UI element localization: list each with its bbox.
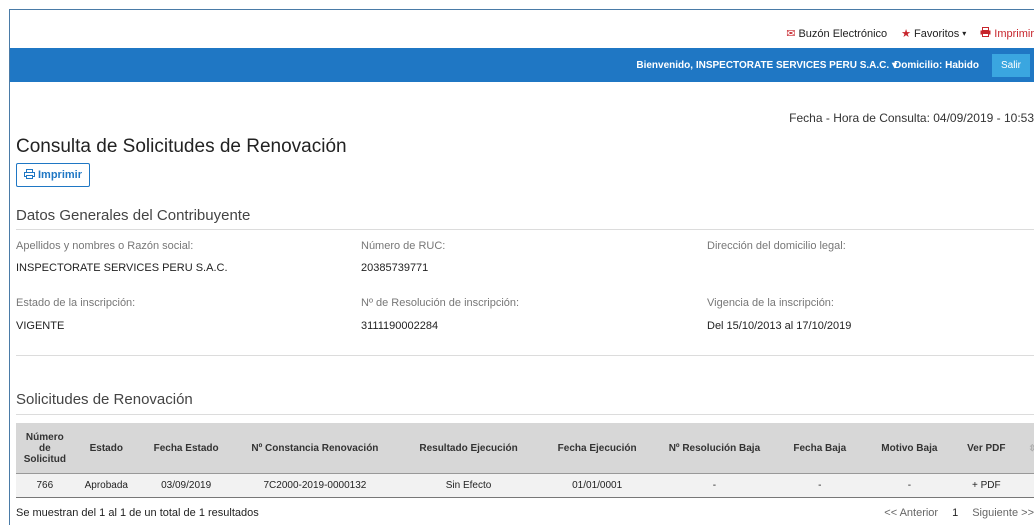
col-numero-solicitud[interactable]: Número de Solicitud	[16, 423, 74, 474]
cell-fecha-baja: -	[775, 473, 865, 498]
cell-resultado: Sin Efecto	[396, 473, 541, 498]
printer-icon	[980, 27, 991, 40]
razon-social-label: Apellidos y nombres o Razón social:	[16, 240, 194, 252]
col-constancia[interactable]: Nº Constancia Renovación	[233, 423, 397, 474]
solicitudes-table: Número de Solicitud Estado Fecha Estado …	[16, 423, 1034, 498]
imprimir-link[interactable]: Imprimir	[980, 27, 1034, 40]
ruc-label: Número de RUC:	[361, 240, 446, 252]
col-estado[interactable]: Estado	[73, 423, 139, 474]
caret-down-icon: ▾	[962, 29, 967, 38]
col-fecha-ejecucion[interactable]: Fecha Ejecución	[540, 423, 654, 474]
divider	[16, 229, 1034, 230]
divider	[16, 414, 1034, 415]
prev-page-link[interactable]: << Anterior	[884, 507, 938, 519]
logout-button[interactable]: Salir	[992, 54, 1030, 77]
col-resolucion-baja[interactable]: Nº Resolución Baja	[653, 423, 776, 474]
pagination: << Anterior 1 Siguiente >>	[884, 507, 1034, 519]
favoritos-link[interactable]: ★ Favoritos ▾	[901, 27, 967, 41]
next-page-link[interactable]: Siguiente >>	[972, 507, 1034, 519]
col-fecha-baja[interactable]: Fecha Baja	[775, 423, 865, 474]
domicilio-status: Domicilio: Habido	[894, 60, 979, 71]
page-title: Consulta de Solicitudes de Renovación	[16, 136, 347, 157]
sort-icon[interactable]: ⇳	[1018, 423, 1034, 474]
col-resultado[interactable]: Resultado Ejecución	[396, 423, 541, 474]
print-button[interactable]: Imprimir	[16, 163, 90, 187]
estado-inscripcion-value: VIGENTE	[16, 320, 65, 332]
resolucion-value: 3111190002284	[361, 320, 439, 332]
user-menu[interactable]: Bienvenido, INSPECTORATE SERVICES PERU S…	[636, 60, 897, 71]
cell-resolucion-baja: -	[653, 473, 776, 498]
table-row: 766 Aprobada 03/09/2019 7C2000-2019-0000…	[16, 473, 1034, 498]
buzon-link[interactable]: ✉ Buzón Electrónico	[786, 27, 887, 41]
col-ver-pdf[interactable]: Ver PDF	[954, 423, 1019, 474]
table-header-row: Número de Solicitud Estado Fecha Estado …	[16, 423, 1034, 474]
col-motivo-baja[interactable]: Motivo Baja	[864, 423, 955, 474]
cell-spacer	[1018, 473, 1034, 498]
solicitudes-section-title: Solicitudes de Renovación	[16, 391, 193, 408]
cell-numero: 766	[16, 473, 74, 498]
cell-fecha-estado: 03/09/2019	[138, 473, 234, 498]
envelope-icon: ✉	[786, 28, 796, 40]
estado-inscripcion-label: Estado de la inscripción:	[16, 297, 136, 309]
consulta-timestamp: Fecha - Hora de Consulta: 04/09/2019 - 1…	[789, 111, 1034, 125]
top-links-bar: ✉ Buzón Electrónico ★ Favoritos ▾ Imprim…	[10, 10, 1034, 48]
vigencia-label: Vigencia de la inscripción:	[707, 297, 834, 309]
razon-social-value: INSPECTORATE SERVICES PERU S.A.C.	[16, 262, 228, 274]
cell-fecha-ejecucion: 01/01/0001	[540, 473, 654, 498]
resolucion-label: Nº de Resolución de inscripción:	[361, 297, 520, 309]
cell-motivo-baja: -	[864, 473, 955, 498]
star-icon: ★	[901, 28, 912, 40]
page-frame: ✉ Buzón Electrónico ★ Favoritos ▾ Imprim…	[9, 9, 1034, 525]
ruc-value: 20385739771	[361, 262, 429, 274]
vigencia-value: Del 15/10/2013 al 17/10/2019	[707, 320, 852, 332]
cell-constancia: 7C2000-2019-0000132	[233, 473, 397, 498]
user-bar: Bienvenido, INSPECTORATE SERVICES PERU S…	[10, 48, 1034, 82]
direccion-label: Dirección del domicilio legal:	[707, 240, 846, 252]
pdf-link[interactable]: + PDF	[954, 473, 1019, 498]
results-info: Se muestran del 1 al 1 de un total de 1 …	[16, 507, 259, 519]
col-fecha-estado[interactable]: Fecha Estado	[138, 423, 234, 474]
divider	[16, 355, 1034, 356]
datos-section-title: Datos Generales del Contribuyente	[16, 207, 251, 224]
printer-icon	[23, 168, 35, 182]
current-page[interactable]: 1	[952, 507, 958, 519]
cell-estado: Aprobada	[73, 473, 139, 498]
